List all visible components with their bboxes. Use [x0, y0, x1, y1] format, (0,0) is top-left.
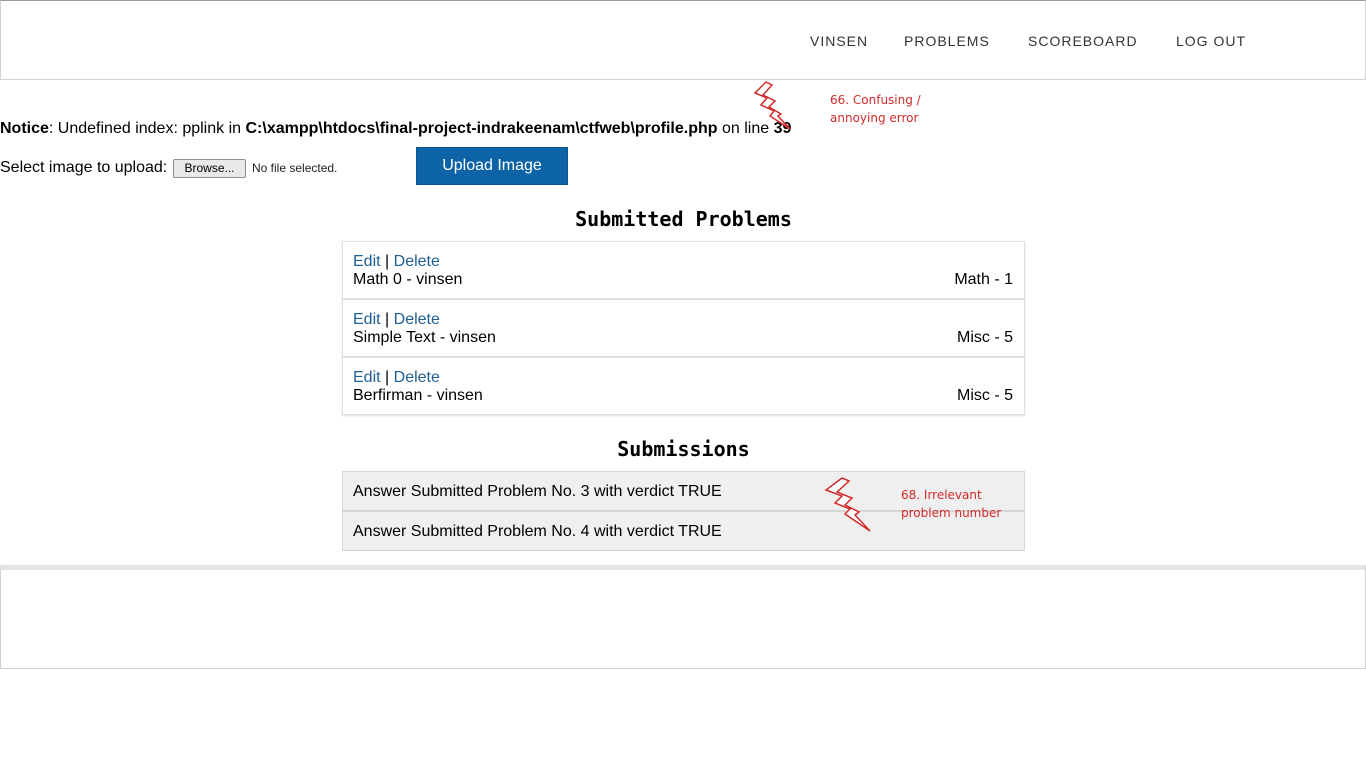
nav-problems-link[interactable]: PROBLEMS	[904, 32, 990, 50]
problem-card: Edit | Delete Simple Text - vinsen Misc …	[342, 299, 1025, 357]
browse-button[interactable]: Browse...	[173, 159, 246, 178]
delete-link[interactable]: Delete	[394, 253, 440, 270]
lightning-bolt-icon	[753, 81, 791, 130]
annotation-66-line2: annoying error	[830, 111, 919, 125]
file-status-text: No file selected.	[252, 161, 338, 175]
annotation-66-line1: 66. Confusing /	[830, 93, 921, 107]
card-actions: Edit | Delete	[353, 311, 440, 329]
link-separator: |	[385, 253, 390, 270]
problem-category: Misc - 5	[957, 387, 1013, 404]
top-navbar: VINSEN PROBLEMS SCOREBOARD LOG OUT	[0, 0, 1366, 80]
php-notice: Notice: Undefined index: pplink in C:\xa…	[0, 119, 791, 138]
edit-link[interactable]: Edit	[353, 311, 381, 328]
page-footer	[0, 565, 1366, 669]
delete-link[interactable]: Delete	[394, 369, 440, 386]
submission-text: Answer Submitted Problem No. 3 with verd…	[353, 483, 722, 500]
problem-card: Edit | Delete Berfirman - vinsen Misc - …	[342, 357, 1025, 415]
notice-label: Notice	[0, 120, 49, 137]
edit-link[interactable]: Edit	[353, 369, 381, 386]
nav-user-link[interactable]: VINSEN	[810, 32, 868, 50]
link-separator: |	[385, 311, 390, 328]
annotation-66: 66. Confusing / annoying error	[830, 91, 921, 127]
problem-category: Math - 1	[954, 271, 1013, 288]
edit-link[interactable]: Edit	[353, 253, 381, 270]
submissions-title: Submissions	[617, 437, 750, 461]
submission-text: Answer Submitted Problem No. 4 with verd…	[353, 523, 722, 540]
upload-image-button[interactable]: Upload Image	[416, 147, 568, 185]
problem-name: Math 0 - vinsen	[353, 271, 463, 288]
annotation-68: 68. Irrelevant problem number	[901, 486, 1001, 522]
delete-link[interactable]: Delete	[394, 311, 440, 328]
problem-name: Berfirman - vinsen	[353, 387, 483, 404]
notice-path: C:\xampp\htdocs\final-project-indrakeena…	[245, 120, 718, 137]
notice-message: : Undefined index: pplink in	[48, 120, 246, 137]
annotation-68-line1: 68. Irrelevant	[901, 488, 982, 502]
card-actions: Edit | Delete	[353, 369, 440, 387]
upload-label: Select image to upload:	[0, 159, 168, 176]
problem-name: Simple Text - vinsen	[353, 329, 496, 346]
annotation-68-line2: problem number	[901, 506, 1002, 520]
lightning-bolt-icon	[824, 477, 871, 532]
submitted-problems-title: Submitted Problems	[575, 207, 792, 231]
problem-card: Edit | Delete Math 0 - vinsen Math - 1	[342, 241, 1025, 299]
link-separator: |	[385, 369, 390, 386]
card-actions: Edit | Delete	[353, 253, 440, 271]
nav-logout-link[interactable]: LOG OUT	[1176, 32, 1246, 50]
nav-scoreboard-link[interactable]: SCOREBOARD	[1028, 32, 1138, 50]
problem-category: Misc - 5	[957, 329, 1013, 346]
